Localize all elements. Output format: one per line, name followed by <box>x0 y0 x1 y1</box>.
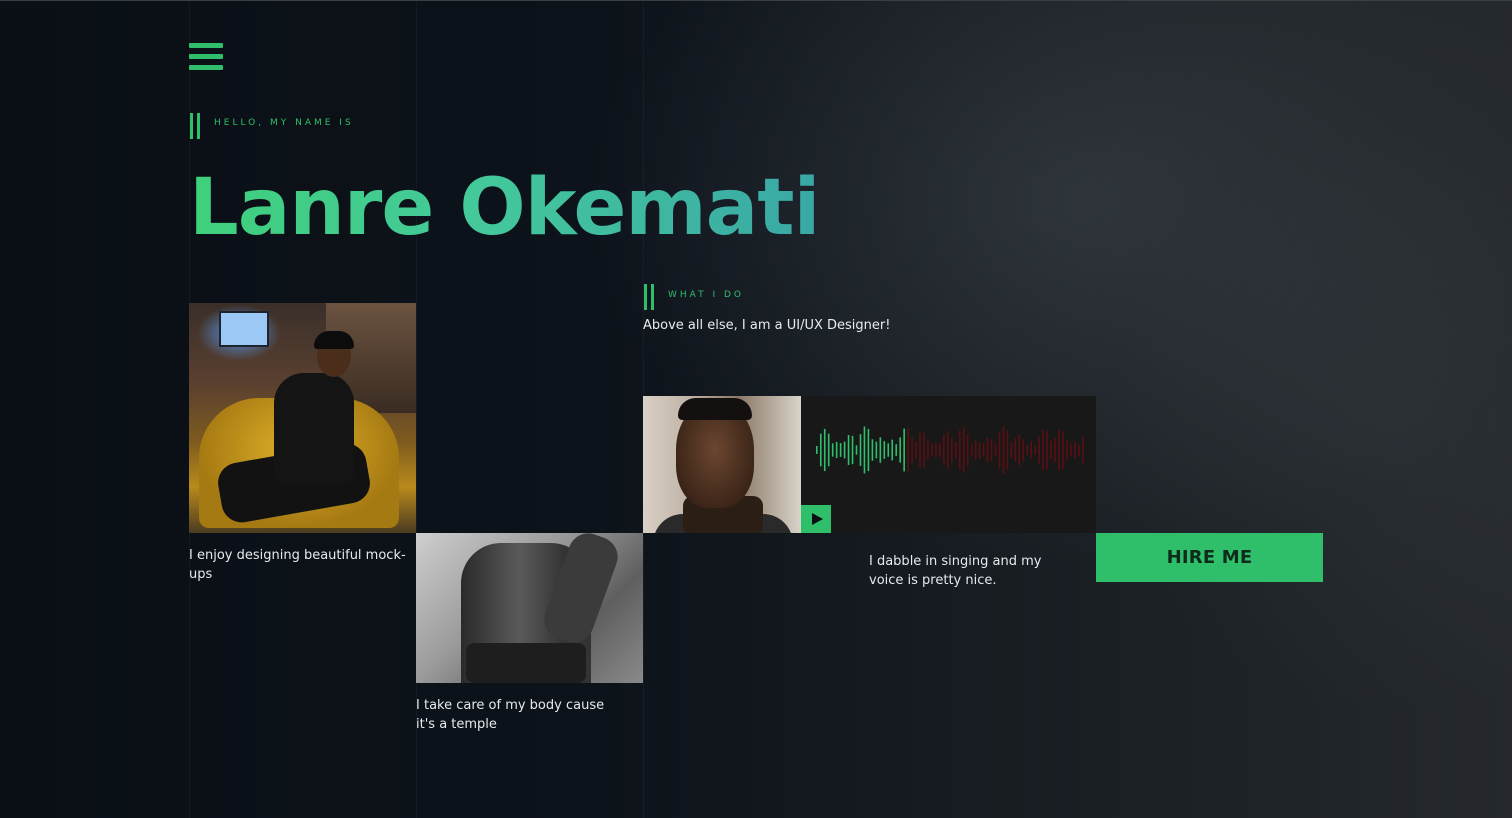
waveform-bar <box>1042 429 1044 471</box>
waveform-bar <box>907 428 909 472</box>
waveform-bar <box>816 446 818 454</box>
waveform-bar <box>883 441 886 459</box>
lounge-photo <box>189 303 416 533</box>
waveform-bar <box>831 443 834 457</box>
waveform-bar <box>1070 443 1072 457</box>
waveform-bar <box>954 441 957 459</box>
waveform-bar <box>939 443 941 457</box>
waveform-bar <box>1034 445 1036 455</box>
waveform-bar <box>943 434 945 466</box>
body-caption: I take care of my body cause it's a temp… <box>416 698 605 732</box>
waveform-bar <box>947 431 949 469</box>
waveform-bar <box>855 445 858 455</box>
waveform-bar <box>847 435 850 465</box>
waveform-bar <box>895 444 898 456</box>
waveform-bar <box>1006 430 1009 470</box>
waveform-bar <box>1022 439 1025 461</box>
audio-waveform[interactable] <box>815 424 1085 476</box>
waveform-bar <box>1038 436 1040 464</box>
waveform-bar <box>851 435 854 465</box>
audio-player <box>801 396 1096 533</box>
waveform-bar <box>899 437 901 463</box>
waveform-bar <box>958 430 961 470</box>
waveform-bar <box>994 443 997 457</box>
waveform-bar <box>1002 426 1005 474</box>
waveform-bar <box>871 439 874 461</box>
waveform-bar <box>1018 434 1021 466</box>
waveform-bar <box>974 440 977 460</box>
waveform-bar <box>859 434 862 466</box>
role-statement: Above all else, I am a UI/UX Designer! <box>643 318 891 333</box>
waveform-bar <box>827 433 830 467</box>
greeting-eyebrow: HELLO, MY NAME IS <box>214 118 354 128</box>
waveform-bar <box>923 432 925 468</box>
waveform-bar <box>867 428 870 472</box>
waveform-bar <box>911 437 913 463</box>
waveform-bar <box>1082 436 1084 464</box>
waveform-bar <box>1062 431 1064 469</box>
waveform-bar <box>1058 429 1060 471</box>
waveform-bar <box>891 439 894 461</box>
hero-name: Lanre Okemati <box>189 163 820 253</box>
waveform-bar <box>823 428 826 472</box>
waveform-bar <box>1054 437 1056 463</box>
waveform-bar <box>1046 430 1048 470</box>
portrait-photo <box>643 396 801 533</box>
waveform-bar <box>887 443 890 457</box>
waveform-bar <box>863 426 866 474</box>
waveform-bar <box>998 431 1001 469</box>
waveform-bar <box>1010 442 1013 458</box>
waveform-bar <box>931 443 933 457</box>
waveform-bar <box>1074 441 1076 459</box>
waveform-bar <box>951 437 953 463</box>
waveform-bar <box>935 442 937 458</box>
fitness-photo <box>416 533 643 683</box>
waveform-bar <box>1030 441 1033 459</box>
waveform-bar <box>1078 444 1080 456</box>
what-i-do-eyebrow: WHAT I DO <box>668 290 745 300</box>
design-caption: I enjoy designing beautiful mock-ups <box>189 548 406 582</box>
waveform-bar <box>927 440 929 460</box>
waveform-bar <box>982 443 985 457</box>
hire-me-button[interactable]: HIRE ME <box>1096 533 1323 582</box>
voice-caption: I dabble in singing and my voice is pret… <box>869 554 1042 588</box>
waveform-bar <box>966 433 969 467</box>
waveform-bar <box>978 441 981 459</box>
waveform-bar <box>843 441 846 459</box>
waveform-bar <box>1050 441 1052 459</box>
waveform-bar <box>875 441 878 459</box>
waveform-bar <box>1014 438 1017 462</box>
waveform-bar <box>915 441 917 459</box>
accent-bars <box>644 284 656 310</box>
waveform-bar <box>962 427 965 473</box>
waveform-bar <box>986 437 989 463</box>
waveform-bar <box>879 437 882 463</box>
waveform-bar <box>839 443 842 457</box>
waveform-bar <box>903 428 905 472</box>
waveform-bar <box>835 441 838 459</box>
waveform-bar <box>819 433 822 467</box>
hamburger-menu-icon[interactable] <box>189 43 223 75</box>
waveform-bar <box>919 432 921 468</box>
portfolio-page: HELLO, MY NAME IS Lanre Okemati WHAT I D… <box>0 0 1512 818</box>
waveform-bar <box>1066 440 1068 460</box>
accent-bars <box>190 113 202 139</box>
waveform-bar <box>970 444 973 456</box>
waveform-bar <box>1026 444 1029 456</box>
waveform-bar <box>990 438 993 462</box>
play-icon[interactable] <box>801 505 831 533</box>
